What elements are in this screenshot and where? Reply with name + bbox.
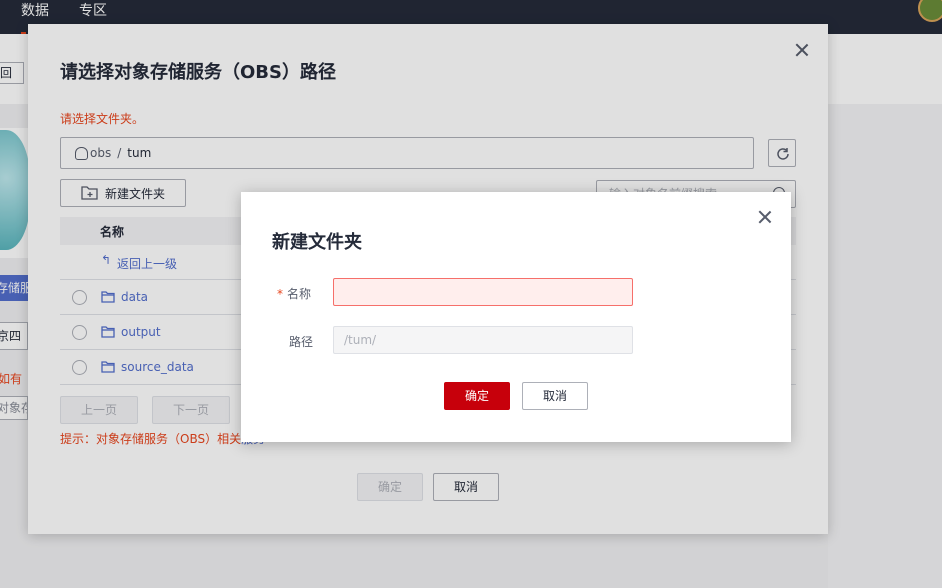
close-icon[interactable] [758,210,772,224]
new-folder-dialog-title: 新建文件夹 [272,232,362,253]
new-folder-dialog: 新建文件夹 * 名称 路径 /tum/ 确定 取消 [241,192,791,442]
name-label-text: 名称 [287,287,312,301]
required-mark: * [277,287,283,301]
folder-path-input: /tum/ [333,326,633,354]
path-field-label: 路径 [289,335,314,349]
folder-name-input[interactable] [333,278,633,306]
name-field-label: * 名称 [277,285,311,302]
confirm-button[interactable]: 确定 [444,382,510,410]
cancel-button[interactable]: 取消 [522,382,588,410]
